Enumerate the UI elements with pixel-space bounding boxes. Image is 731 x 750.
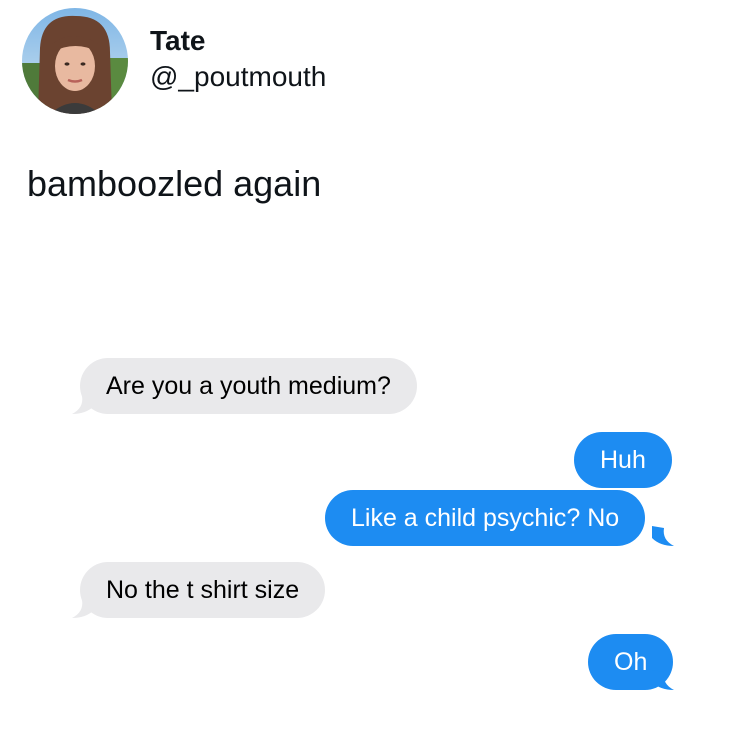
message-text: Are you a youth medium? (106, 372, 391, 400)
bubble-tail (72, 394, 94, 414)
message-bubble-sent: Huh (574, 432, 672, 488)
bubble-tail (652, 670, 674, 690)
message-bubble-received: Are you a youth medium? (80, 358, 417, 414)
bubble-tail (72, 598, 94, 618)
bubble-tail (652, 526, 674, 546)
message-bubble-sent: Like a child psychic? No (325, 490, 646, 546)
message-thread: Are you a youth medium? Huh Like a child… (0, 0, 731, 750)
message-bubble-received: No the t shirt size (80, 562, 326, 618)
message-text: Like a child psychic? No (351, 504, 620, 532)
message-text: No the t shirt size (106, 576, 300, 604)
message-text: Huh (600, 446, 646, 474)
message-text: Oh (614, 648, 648, 676)
